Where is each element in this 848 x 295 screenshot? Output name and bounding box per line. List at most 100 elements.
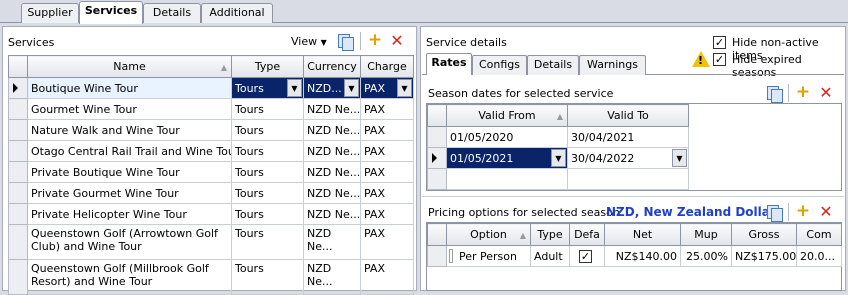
com-cell[interactable]: 20.0... xyxy=(796,245,842,267)
service-name-cell[interactable]: Boutique Wine Tour xyxy=(27,77,232,99)
table-row[interactable]: Queenstown Golf (Arrowtown Golf Club) an… xyxy=(8,224,414,260)
type-cell[interactable]: Adult xyxy=(530,245,570,267)
type-cell[interactable]: Tours xyxy=(231,259,304,295)
add-icon[interactable]: + xyxy=(795,203,811,220)
delete-icon[interactable]: ✕ xyxy=(818,204,834,220)
tab-supplier[interactable]: Supplier xyxy=(21,3,79,23)
table-row[interactable]: Gourmet Wine Tour Tours NZD Ne... PAX xyxy=(8,98,414,120)
chevron-down-icon[interactable]: ▼ xyxy=(287,79,302,97)
column-header-name[interactable]: Name ▲ xyxy=(27,55,232,78)
tab-details[interactable]: Details xyxy=(143,3,201,23)
type-cell[interactable]: Tours xyxy=(231,98,304,120)
tab-configs[interactable]: Configs xyxy=(472,55,527,75)
currency-cell[interactable]: NZD Ne... xyxy=(303,259,361,295)
service-name-cell[interactable]: Private Helicopter Wine Tour xyxy=(27,203,232,225)
hide-non-active-checkbox[interactable]: ✓ xyxy=(713,36,726,49)
column-header-type[interactable]: Type xyxy=(530,223,570,246)
charge-cell[interactable]: PAX xyxy=(360,119,414,141)
table-row[interactable]: Private Gourmet Wine Tour Tours NZD Ne..… xyxy=(8,182,414,204)
type-combo[interactable]: Tours ▼ xyxy=(231,77,304,99)
valid-from-combo[interactable]: 01/05/2021 ▼ xyxy=(446,147,568,169)
service-name-cell[interactable]: Private Boutique Wine Tour xyxy=(27,161,232,183)
service-name-cell[interactable]: Queenstown Golf (Millbrook Golf Resort) … xyxy=(27,259,232,295)
service-name-cell[interactable]: Nature Walk and Wine Tour xyxy=(27,119,232,141)
column-header-valid-from[interactable]: Valid From ▲ xyxy=(446,104,568,127)
charge-cell[interactable]: PAX xyxy=(360,98,414,120)
charge-cell[interactable]: PAX xyxy=(360,140,414,162)
charge-cell[interactable]: PAX xyxy=(360,203,414,225)
charge-cell[interactable]: PAX xyxy=(360,224,414,260)
service-name-cell[interactable]: Gourmet Wine Tour xyxy=(27,98,232,120)
copy-icon[interactable] xyxy=(766,85,783,103)
currency-cell[interactable]: NZD Ne... xyxy=(303,119,361,141)
column-header-net[interactable]: Net xyxy=(604,223,681,246)
currency-cell[interactable]: NZD Ne... xyxy=(303,140,361,162)
column-header-option[interactable]: Option ▲ xyxy=(446,223,531,246)
table-row[interactable]: Otago Central Rail Trail and Wine Tour T… xyxy=(8,140,414,162)
service-name-cell[interactable]: Otago Central Rail Trail and Wine Tour xyxy=(27,140,232,162)
hide-expired-label: Hide expired seasons xyxy=(732,53,802,79)
charge-cell[interactable]: PAX xyxy=(360,259,414,295)
column-header-mup[interactable]: Mup xyxy=(680,223,732,246)
table-row[interactable]: Private Boutique Wine Tour Tours NZD Ne.… xyxy=(8,161,414,183)
table-row[interactable]: Queenstown Golf (Millbrook Golf Resort) … xyxy=(8,259,414,295)
copy-icon[interactable] xyxy=(766,204,783,222)
delete-icon[interactable]: ✕ xyxy=(389,33,405,49)
valid-from-cell[interactable]: 01/05/2020 xyxy=(446,126,568,148)
charge-combo[interactable]: PAX ▼ xyxy=(360,77,414,99)
option-cell[interactable]: Per Person xyxy=(446,245,531,267)
add-icon[interactable]: + xyxy=(795,84,811,101)
chevron-down-icon[interactable]: ▼ xyxy=(551,149,566,167)
column-header-charge[interactable]: Charge xyxy=(360,55,414,78)
hide-expired-checkbox[interactable]: ✓ xyxy=(713,53,726,66)
type-cell[interactable]: Tours xyxy=(231,161,304,183)
table-row[interactable]: Boutique Wine Tour Tours ▼ NZD... ▼ PAX ▼ xyxy=(8,77,414,99)
column-header-type[interactable]: Type xyxy=(231,55,304,78)
currency-cell[interactable]: NZD Ne... xyxy=(303,224,361,260)
charge-cell[interactable]: PAX xyxy=(360,182,414,204)
currency-cell[interactable]: NZD Ne... xyxy=(303,203,361,225)
table-row[interactable]: Private Helicopter Wine Tour Tours NZD N… xyxy=(8,203,414,225)
view-dropdown[interactable]: View ▼ xyxy=(291,35,327,48)
chevron-down-icon[interactable]: ▼ xyxy=(672,149,687,167)
service-name-cell[interactable]: Queenstown Golf (Arrowtown Golf Club) an… xyxy=(27,224,232,260)
valid-to-combo[interactable]: 30/04/2022 ▼ xyxy=(567,147,689,169)
tab-additional[interactable]: Additional xyxy=(201,3,273,23)
currency-cell[interactable]: NZD Ne... xyxy=(303,161,361,183)
tab-warnings[interactable]: Warnings xyxy=(579,55,646,75)
column-header-valid-to[interactable]: Valid To xyxy=(567,104,689,127)
column-header-com[interactable]: Com xyxy=(796,223,842,246)
table-row[interactable]: 01/05/2021 ▼ 30/04/2022 ▼ xyxy=(427,147,689,169)
currency-cell[interactable]: NZD Ne... xyxy=(303,98,361,120)
tab-details-sub[interactable]: Details xyxy=(527,55,579,75)
column-header-currency[interactable]: Currency xyxy=(303,55,361,78)
default-cell[interactable]: ✓ xyxy=(569,245,605,267)
tab-rates[interactable]: Rates xyxy=(426,53,472,75)
type-cell[interactable]: Tours xyxy=(231,203,304,225)
copy-icon[interactable] xyxy=(337,33,354,51)
chevron-down-icon[interactable]: ▼ xyxy=(397,79,412,97)
add-icon[interactable]: + xyxy=(367,32,383,49)
service-name-cell[interactable]: Private Gourmet Wine Tour xyxy=(27,182,232,204)
column-header-gross[interactable]: Gross xyxy=(731,223,797,246)
mup-cell[interactable]: 25.00% xyxy=(680,245,732,267)
charge-cell[interactable]: PAX xyxy=(360,161,414,183)
currency-combo[interactable]: NZD... ▼ xyxy=(303,77,361,99)
gross-cell[interactable]: NZ$175.00 xyxy=(731,245,797,267)
table-row[interactable]: Per Person Adult ✓ NZ$140.00 25.00% NZ$1… xyxy=(427,245,842,267)
table-row[interactable]: Nature Walk and Wine Tour Tours NZD Ne..… xyxy=(8,119,414,141)
delete-icon[interactable]: ✕ xyxy=(818,85,834,101)
type-cell[interactable]: Tours xyxy=(231,140,304,162)
type-cell[interactable]: Tours xyxy=(231,182,304,204)
toolbar-divider xyxy=(788,84,789,102)
type-cell[interactable]: Tours xyxy=(231,119,304,141)
default-checkbox[interactable]: ✓ xyxy=(579,250,592,263)
table-row[interactable]: 01/05/2020 30/04/2021 xyxy=(427,126,689,148)
chevron-down-icon[interactable]: ▼ xyxy=(344,79,359,97)
net-cell[interactable]: NZ$140.00 xyxy=(604,245,681,267)
type-cell[interactable]: Tours xyxy=(231,224,304,260)
valid-to-cell[interactable]: 30/04/2021 xyxy=(567,126,689,148)
tab-services[interactable]: Services xyxy=(79,1,143,24)
column-header-default[interactable]: Defa xyxy=(569,223,605,246)
currency-cell[interactable]: NZD Ne... xyxy=(303,182,361,204)
